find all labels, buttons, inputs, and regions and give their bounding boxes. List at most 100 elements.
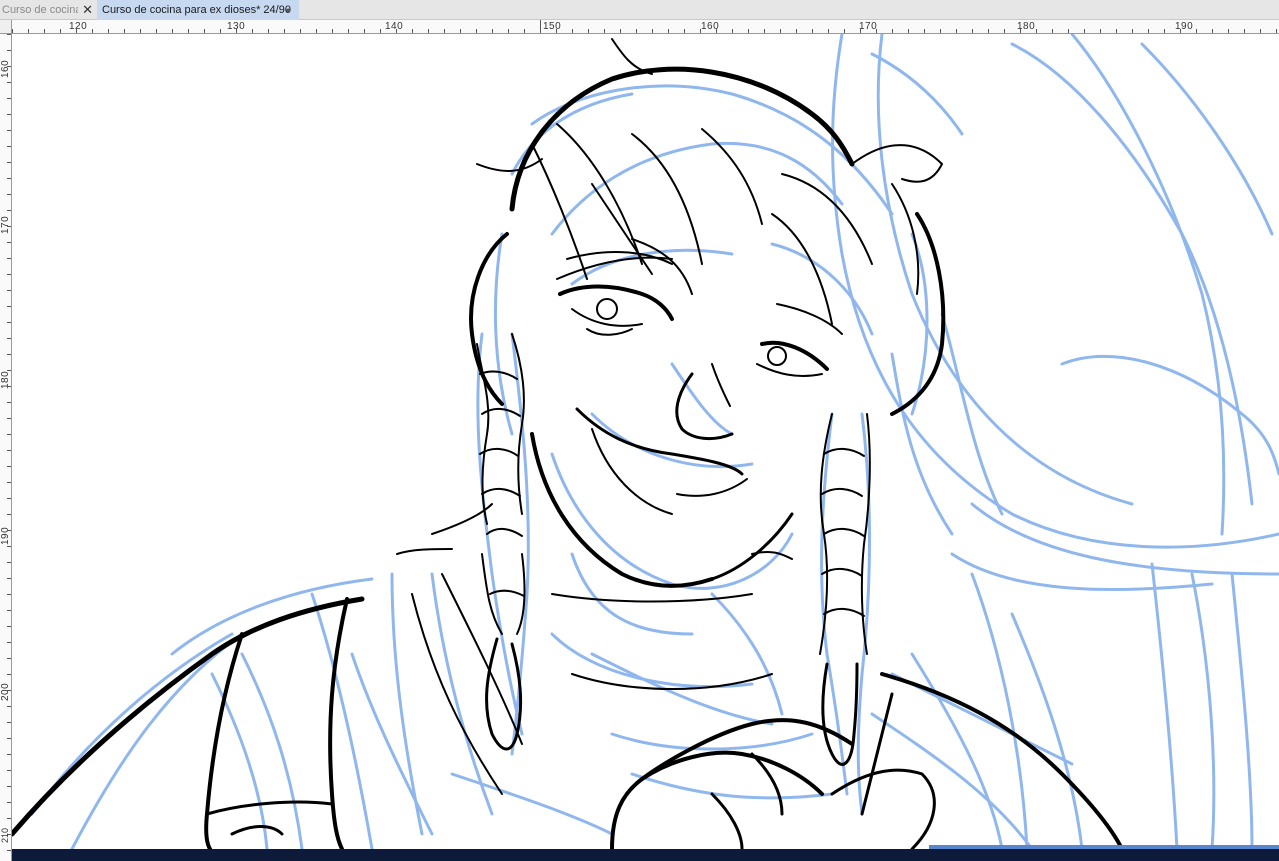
ruler-tick (7, 194, 11, 195)
ruler-label: 200 (0, 682, 11, 701)
ruler-tick (7, 850, 11, 851)
ruler-tick (7, 514, 11, 515)
drawing-canvas[interactable] (12, 34, 1279, 849)
ruler-tick (7, 466, 11, 467)
ruler-tick (1212, 29, 1213, 33)
ruler-tick (124, 29, 125, 33)
ruler-tick (300, 29, 301, 33)
ruler-tick (7, 354, 11, 355)
ruler-tick (7, 546, 11, 547)
ruler-tick (7, 482, 11, 483)
ruler-tick (156, 29, 157, 33)
ruler-tick (7, 258, 11, 259)
ruler-tick (780, 29, 781, 33)
ruler-tick (1196, 29, 1197, 33)
ruler-tick (7, 370, 11, 371)
ruler-tick (940, 29, 941, 33)
ruler-tick (540, 20, 541, 33)
ruler-tick (7, 226, 11, 227)
ruler-label: 120 (69, 21, 88, 32)
ruler-tick (220, 29, 221, 33)
ruler-tick (7, 786, 11, 787)
ruler-tick (988, 29, 989, 33)
ruler-tick (1276, 29, 1277, 33)
ruler-tick (7, 530, 11, 531)
ruler-tick (1068, 29, 1069, 33)
ruler-label: 140 (385, 21, 404, 32)
tab-document-2[interactable]: Curso de cocina para ex dioses* 24/90 ● (97, 0, 299, 20)
ruler-tick (236, 29, 237, 33)
document-tab-bar: Curso de cocina ✕ Curso de cocina para e… (0, 0, 1279, 20)
ruler-tick (108, 29, 109, 33)
ruler-tick (700, 29, 701, 33)
ruler-tick (7, 498, 11, 499)
ruler-tick (876, 29, 877, 33)
ruler-tick (1084, 29, 1085, 33)
ruler-tick (7, 114, 11, 115)
tab-document-1[interactable]: Curso de cocina ✕ (0, 0, 97, 20)
ruler-tick (1180, 29, 1181, 33)
ruler-tick (7, 818, 11, 819)
ruler-tick (7, 274, 11, 275)
ruler-label: 150 (543, 21, 562, 32)
ruler-tick (7, 402, 11, 403)
tab-label: Curso de cocina (2, 4, 78, 16)
ruler-tick (7, 642, 11, 643)
ruler-label: 210 (0, 827, 10, 843)
ruler-tick (140, 29, 141, 33)
ruler-tick (7, 754, 11, 755)
ruler-tick (188, 29, 189, 33)
ruler-tick (7, 690, 11, 691)
ruler-tick (7, 418, 11, 419)
ruler-tick (396, 29, 397, 33)
ruler-tick (284, 29, 285, 33)
ruler-tick (76, 29, 77, 33)
ruler-tick (7, 450, 11, 451)
ruler-tick (924, 29, 925, 33)
ruler-tick (796, 29, 797, 33)
horizontal-ruler[interactable]: 120 130 140 150 160 170 180 190 (12, 20, 1279, 34)
ruler-tick (12, 29, 13, 33)
ruler-corner (0, 20, 12, 34)
ruler-tick (7, 82, 11, 83)
ruler-tick (1036, 29, 1037, 33)
ruler-tick (7, 178, 11, 179)
ruler-tick (892, 29, 893, 33)
ruler-tick (604, 29, 605, 33)
ruler-tick (588, 29, 589, 33)
ruler-tick (412, 29, 413, 33)
ruler-tick (1148, 29, 1149, 33)
ruler-tick (7, 658, 11, 659)
ruler-tick (7, 802, 11, 803)
ruler-tick (364, 29, 365, 33)
ruler-tick (1164, 29, 1165, 33)
ruler-tick (1228, 29, 1229, 33)
ruler-tick (7, 210, 11, 211)
ruler-tick (1004, 29, 1005, 33)
ruler-tick (7, 130, 11, 131)
ruler-tick (492, 29, 493, 33)
ruler-tick (7, 594, 11, 595)
ruler-tick (7, 242, 11, 243)
ruler-tick (7, 98, 11, 99)
ruler-tick (7, 626, 11, 627)
ruler-label: 160 (0, 59, 11, 78)
ruler-tick (7, 146, 11, 147)
ruler-tick (7, 738, 11, 739)
ruler-tick (524, 29, 525, 33)
ruler-tick (556, 29, 557, 33)
ruler-tick (7, 674, 11, 675)
ruler-tick (1132, 29, 1133, 33)
ruler-tick (172, 29, 173, 33)
ruler-tick (828, 29, 829, 33)
close-icon[interactable]: ✕ (82, 0, 93, 20)
ruler-tick (380, 29, 381, 33)
ruler-tick (956, 29, 957, 33)
ruler-tick (1260, 29, 1261, 33)
ruler-tick (332, 29, 333, 33)
ruler-label: 170 (859, 21, 878, 32)
unsaved-dot-icon[interactable]: ● (286, 0, 291, 20)
vertical-ruler[interactable]: 160 170 180 190 200 (0, 34, 12, 861)
ruler-tick (7, 386, 11, 387)
ruler-tick (620, 29, 621, 33)
